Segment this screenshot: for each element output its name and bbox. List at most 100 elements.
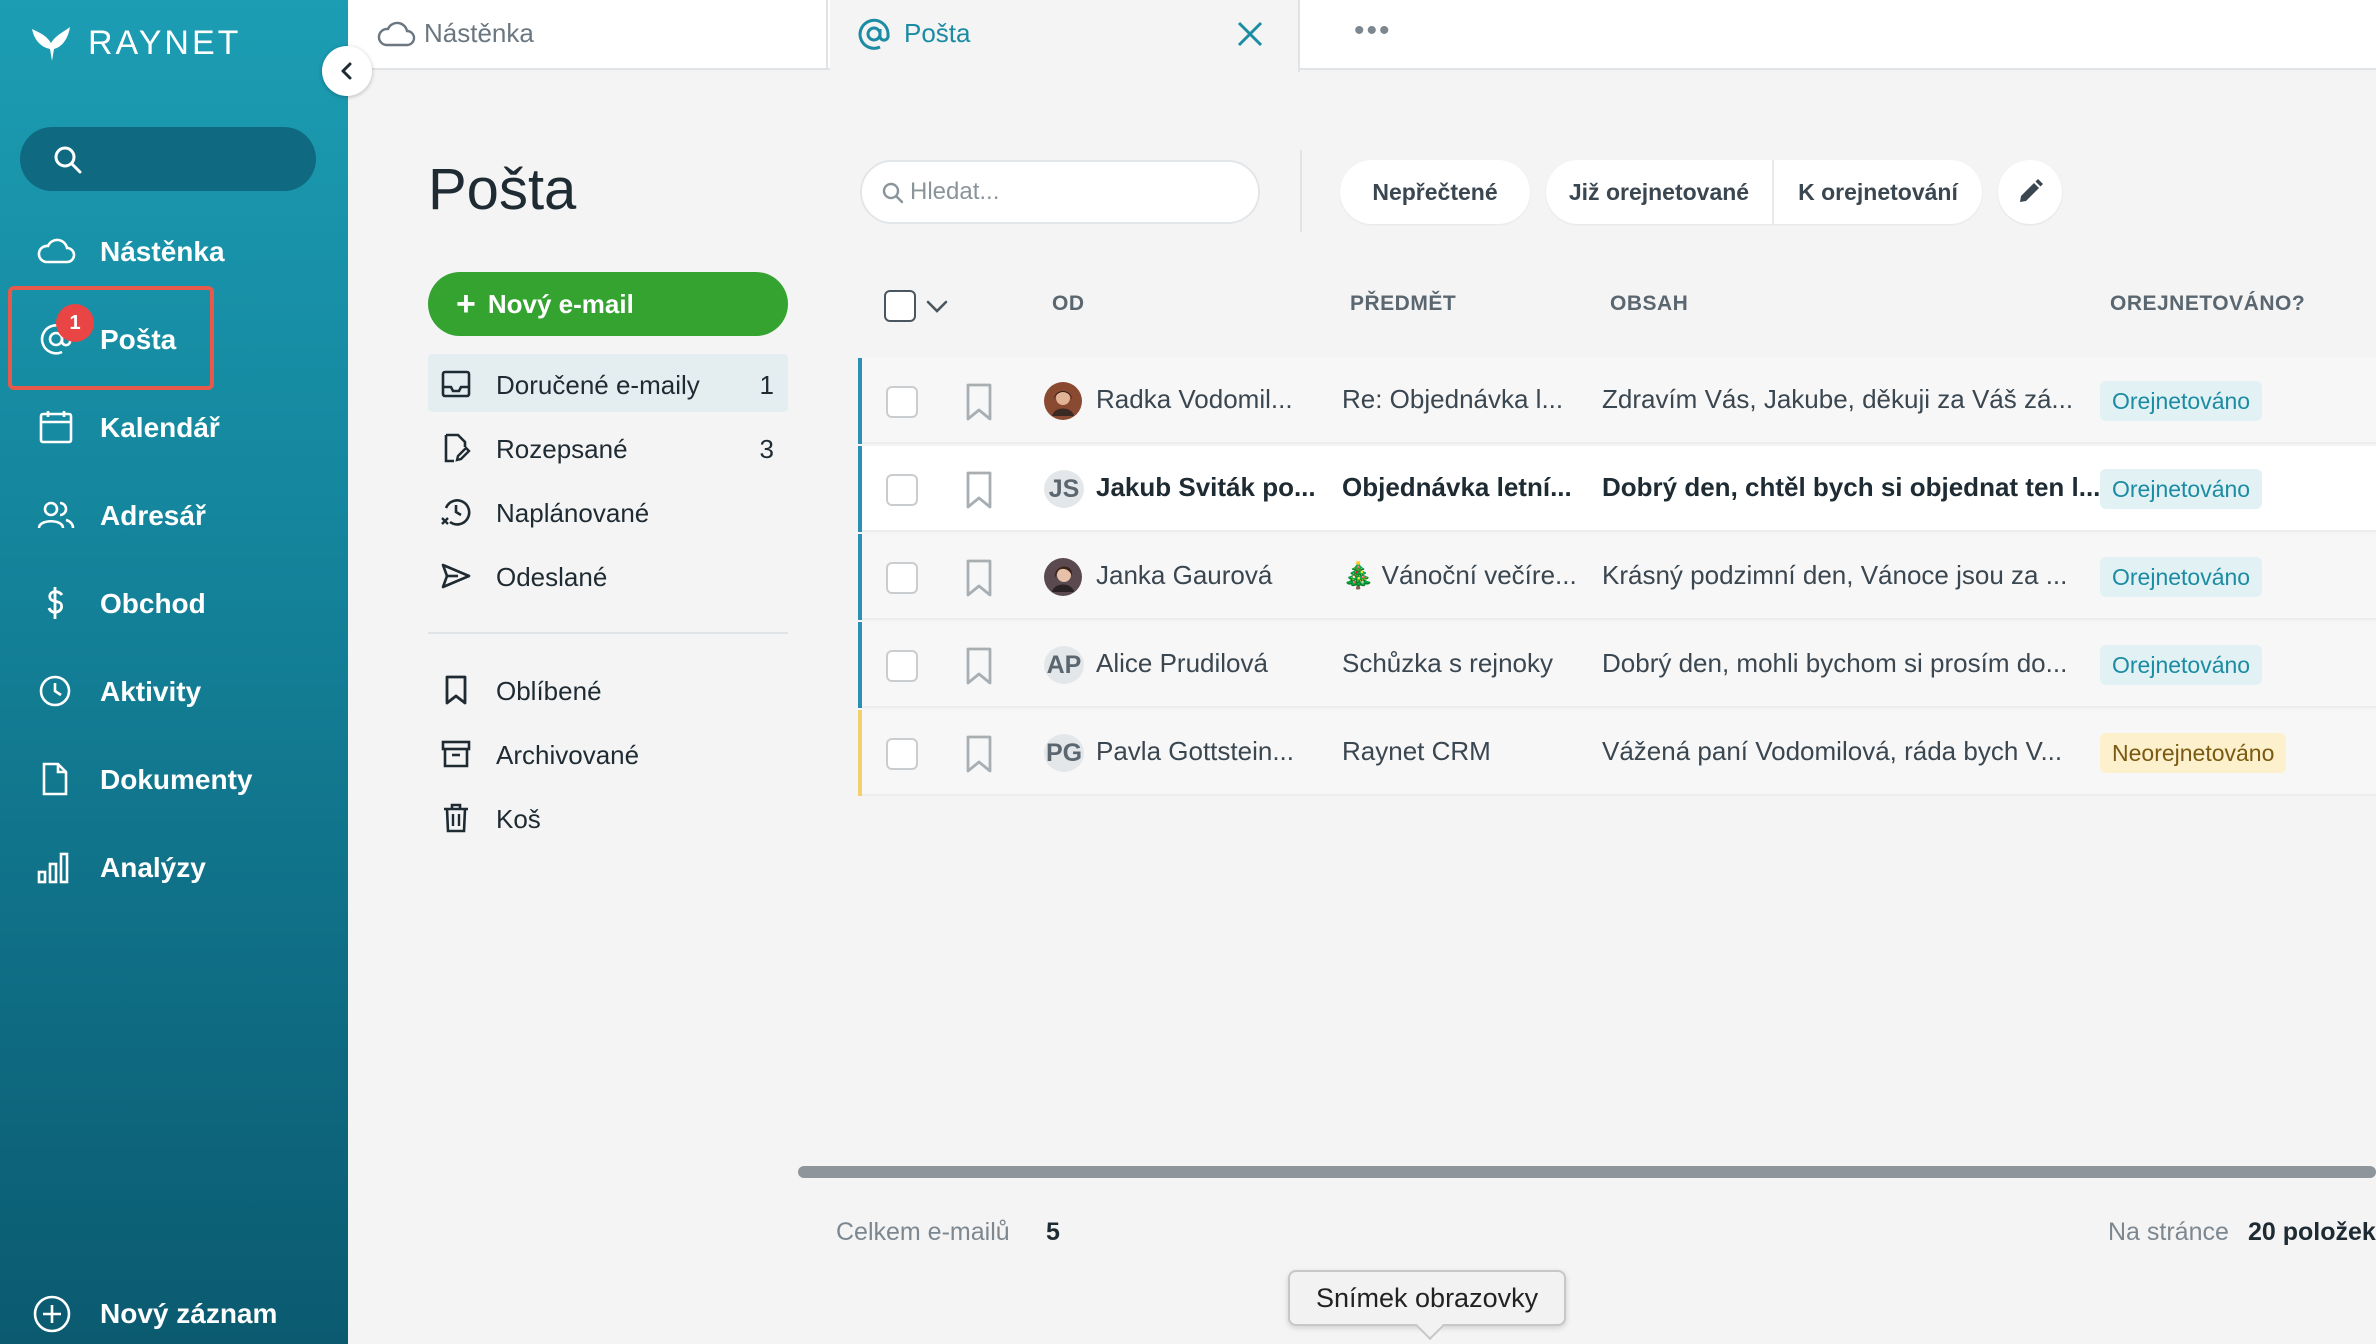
dollar-icon [36, 586, 76, 620]
email-subject: Re: Objednávka l... [1342, 384, 1564, 414]
row-indicator [858, 710, 862, 796]
trash-icon [440, 802, 472, 834]
bookmark-icon[interactable] [962, 558, 996, 598]
page-title: Pošta [428, 157, 577, 222]
tab-nastenka[interactable]: Nástěnka [348, 0, 828, 70]
sidebar-search[interactable] [20, 127, 316, 191]
table-row[interactable]: PG Pavla Gottstein... Raynet CRM Vážená … [858, 710, 2376, 796]
row-checkbox[interactable] [886, 738, 918, 770]
table-row[interactable]: JS Jakub Sviták po... Objednávka letní..… [858, 446, 2376, 532]
edit-button[interactable] [1998, 160, 2062, 224]
chevron-down-icon[interactable] [924, 294, 950, 318]
column-header-tagged[interactable]: OREJNETOVÁNO? [2110, 292, 2305, 316]
tab-posta[interactable]: Pošta [830, 0, 1300, 72]
cloud-icon [376, 18, 416, 50]
search-field[interactable] [860, 160, 1260, 224]
close-icon[interactable] [1236, 20, 1264, 48]
search-icon [52, 144, 84, 176]
folder-scheduled[interactable]: Naplánované [428, 482, 788, 540]
avatar: AP [1044, 646, 1084, 684]
tab-label: Nástěnka [424, 18, 534, 48]
sidebar: RAYNET Nástěnka Pošta 1 Kalendář Adresář [0, 0, 348, 1344]
folder-trash[interactable]: Koš [428, 788, 788, 846]
sidebar-item-aktivity[interactable]: Aktivity [0, 660, 348, 720]
search-icon [880, 180, 906, 206]
plus-icon: + [456, 285, 476, 323]
table-row[interactable]: Radka Vodomil... Re: Objednávka l... Zdr… [858, 358, 2376, 444]
sidebar-item-label: Aktivity [100, 676, 202, 707]
per-page-select[interactable]: 20 položek [2248, 1218, 2376, 1247]
sidebar-item-nastenka[interactable]: Nástěnka [0, 220, 348, 280]
bookmark-icon[interactable] [962, 382, 996, 422]
column-header-subject[interactable]: PŘEDMĚT [1350, 292, 1456, 316]
row-checkbox[interactable] [886, 474, 918, 506]
sidebar-item-label: Nástěnka [100, 236, 225, 267]
collapse-sidebar-button[interactable] [322, 46, 372, 96]
folder-label: Naplánované [496, 498, 650, 528]
table-row[interactable]: Janka Gaurová 🎄 Vánoční večíre... Krásný… [858, 534, 2376, 620]
sidebar-item-dokumenty[interactable]: Dokumenty [0, 748, 348, 808]
folder-label: Archivované [496, 740, 640, 770]
per-page-label: Na stránce [2108, 1218, 2229, 1246]
screenshot-tooltip: Snímek obrazovky [1288, 1270, 1567, 1326]
send-icon [440, 560, 472, 592]
bookmark-icon[interactable] [962, 734, 996, 774]
archive-icon [440, 738, 472, 770]
sidebar-item-kalendar[interactable]: Kalendář [0, 396, 348, 456]
row-indicator [858, 358, 862, 444]
folder-inbox[interactable]: Doručené e-maily 1 [428, 354, 788, 412]
row-indicator [858, 446, 862, 532]
more-tabs-icon[interactable]: ••• [1354, 14, 1392, 48]
column-header-from[interactable]: OD [1052, 292, 1085, 316]
row-checkbox[interactable] [886, 650, 918, 682]
folder-count: 1 [759, 370, 774, 400]
folder-archive[interactable]: Archivované [428, 724, 788, 782]
at-icon [854, 14, 894, 54]
search-input[interactable] [910, 172, 1240, 212]
inbox-icon [440, 368, 472, 400]
pencil-icon [2015, 177, 2045, 207]
email-sender: Jakub Sviták po... [1096, 472, 1316, 502]
sidebar-item-label: Obchod [100, 588, 206, 619]
avatar: PG [1044, 734, 1084, 772]
sidebar-item-label: Adresář [100, 500, 206, 531]
sidebar-item-adresar[interactable]: Adresář [0, 484, 348, 544]
total-emails-label: Celkem e-mailů [836, 1218, 1010, 1246]
draft-icon [440, 432, 472, 464]
email-sender: Pavla Gottstein... [1096, 736, 1294, 766]
tab-bar: Nástěnka Pošta ••• [348, 0, 2376, 72]
bookmark-icon[interactable] [962, 646, 996, 686]
scheduled-icon [440, 496, 472, 528]
avatar: JS [1044, 470, 1084, 508]
status-badge: Orejnetováno [2100, 645, 2263, 685]
filter-tagged-button[interactable]: Již orejnetované [1546, 160, 1774, 224]
table-row[interactable]: AP Alice Prudilová Schůzka s rejnoky Dob… [858, 622, 2376, 708]
folder-favorites[interactable]: Oblíbené [428, 660, 788, 718]
raynet-logo[interactable]: RAYNET [30, 18, 241, 68]
contacts-icon [36, 498, 76, 532]
sidebar-item-label: Dokumenty [100, 764, 253, 795]
email-sender: Alice Prudilová [1096, 648, 1268, 678]
sidebar-item-obchod[interactable]: Obchod [0, 572, 348, 632]
bookmark-icon[interactable] [962, 470, 996, 510]
new-record-button[interactable]: Nový záznam [0, 1282, 348, 1342]
select-all-checkbox[interactable] [884, 290, 916, 322]
folder-sent[interactable]: Odeslané [428, 546, 788, 604]
status-badge: Orejnetováno [2100, 381, 2263, 421]
avatar [1044, 558, 1082, 596]
horizontal-scrollbar[interactable] [798, 1166, 2376, 1178]
sidebar-item-label: Kalendář [100, 412, 220, 443]
row-checkbox[interactable] [886, 562, 918, 594]
chevron-left-icon [337, 61, 357, 81]
email-subject: 🎄 Vánoční večíre... [1342, 560, 1577, 590]
row-checkbox[interactable] [886, 386, 918, 418]
email-subject: Schůzka s rejnoky [1342, 648, 1553, 678]
folder-label: Odeslané [496, 562, 608, 592]
filter-unread-button[interactable]: Nepřečtené [1340, 160, 1530, 224]
new-email-label: Nový e-mail [487, 288, 634, 319]
column-header-content[interactable]: OBSAH [1610, 292, 1688, 316]
filter-to-tag-button[interactable]: K orejnetování [1774, 160, 1982, 224]
folder-drafts[interactable]: Rozepsané 3 [428, 418, 788, 476]
new-email-button[interactable]: + Nový e-mail [428, 272, 788, 336]
sidebar-item-analyzy[interactable]: Analýzy [0, 836, 348, 896]
